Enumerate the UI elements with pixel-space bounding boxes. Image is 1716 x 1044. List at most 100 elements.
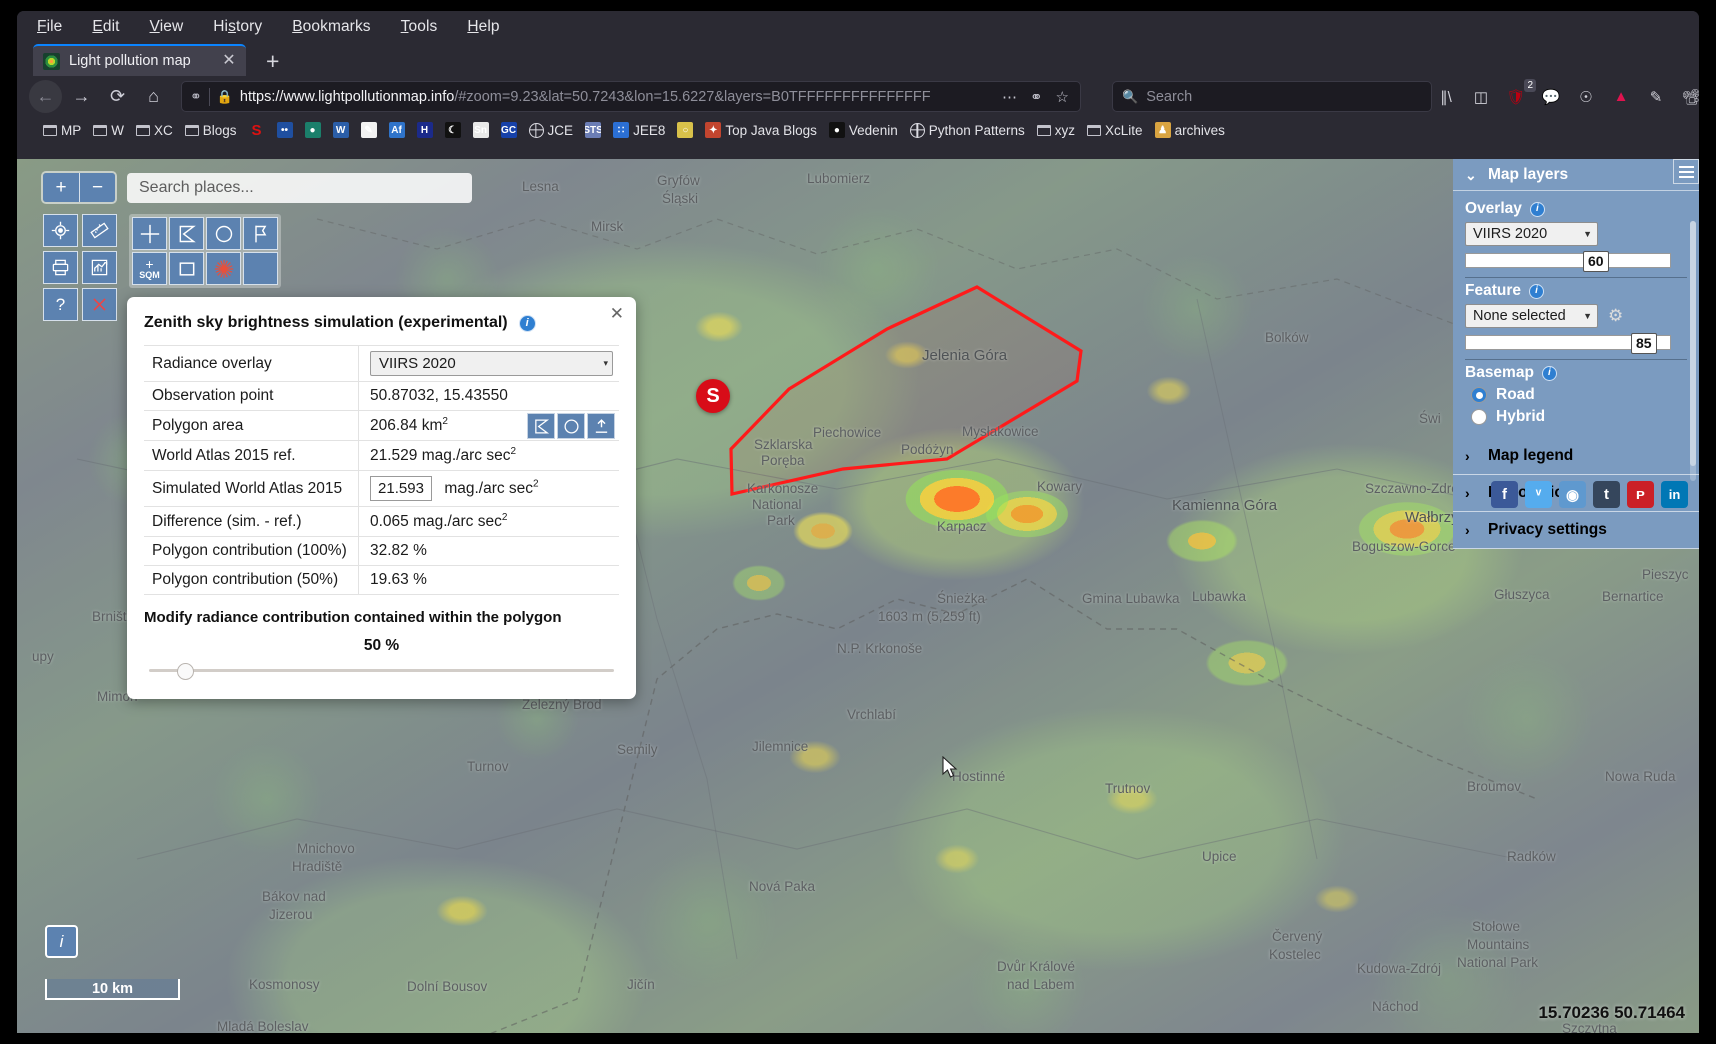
rectangle-icon[interactable] (169, 252, 204, 285)
empty-tool-slot[interactable] (243, 252, 278, 285)
zoom-in-button[interactable]: + (43, 173, 79, 202)
bookmark-item-mp[interactable]: MP (43, 123, 81, 138)
bookmark-item-xclite[interactable]: XcLite (1087, 123, 1143, 138)
panel-toggle-icon[interactable] (1673, 159, 1699, 184)
bookmark-item-icon-8[interactable]: ✎ (360, 122, 377, 138)
bookmark-item-icon-12[interactable]: Sn (472, 122, 489, 138)
info-icon[interactable]: i (1529, 283, 1544, 299)
bookmark-item-jee8[interactable]: ∷ JEE8 (613, 122, 665, 138)
bookmark-star-icon[interactable]: ☆ (1053, 88, 1072, 106)
polygon-icon[interactable] (169, 217, 204, 250)
crosshair-icon[interactable] (132, 217, 167, 250)
circle-icon[interactable] (557, 413, 585, 439)
menu-bookmarks[interactable]: Bookmarks (292, 18, 370, 36)
shield-icon[interactable]: ⚭ (190, 88, 202, 105)
starburst-icon[interactable] (206, 252, 241, 285)
share-pinterest-icon[interactable]: ᴘ (1627, 481, 1654, 508)
help-icon[interactable]: ? (43, 288, 78, 321)
bookmark-item-vedenin[interactable]: ● Vedenin (828, 122, 898, 138)
bookmark-item-blogs[interactable]: Blogs (184, 123, 237, 138)
bookmark-item-icon-17[interactable]: ○ (677, 122, 694, 138)
map-info-button[interactable]: i (45, 925, 78, 958)
slider-knob[interactable] (177, 663, 194, 681)
bookmark-item-icon-6[interactable]: ● (304, 122, 321, 138)
share-linkedin-icon[interactable]: in (1661, 481, 1688, 508)
ruler-icon[interactable] (82, 214, 117, 247)
search-places-input[interactable]: Search places... (127, 173, 472, 203)
search-bar[interactable]: 🔍 Search (1112, 81, 1432, 112)
radiance-overlay-select[interactable]: VIIRS 2020 ▾ (370, 351, 613, 376)
menu-edit[interactable]: Edit (92, 18, 119, 36)
screenshot-icon[interactable]: 📽 (1680, 86, 1699, 108)
share-facebook-icon[interactable]: f (1491, 481, 1518, 508)
chart-icon[interactable] (82, 251, 117, 284)
bookmark-item-icon-10[interactable]: H (416, 122, 433, 138)
bookmark-item-icon-9[interactable]: Af (388, 122, 405, 138)
new-tab-button[interactable]: + (266, 50, 279, 73)
bookmark-item-archives[interactable]: ♟ archives (1154, 122, 1225, 138)
observation-point-marker[interactable]: S (696, 379, 730, 413)
share-reddit-icon[interactable]: ◉ (1559, 481, 1586, 508)
home-icon[interactable]: ⌂ (137, 80, 170, 113)
section-map-legend[interactable]: › Map legend (1453, 438, 1699, 475)
map-layers-header[interactable]: ⌄ Map layers (1453, 159, 1699, 191)
section-privacy-settings[interactable]: › Privacy settings (1453, 512, 1699, 549)
adblock-icon[interactable]: ▲ (1610, 86, 1632, 108)
lock-icon[interactable]: 🔒 (217, 89, 233, 105)
panel-scrollbar[interactable] (1690, 221, 1696, 481)
info-icon[interactable]: i (1541, 365, 1557, 381)
bookmark-item-icon-11[interactable]: ☾ (444, 122, 461, 138)
tools-icon[interactable] (82, 288, 117, 321)
sqm-add-icon[interactable]: + SQM (132, 252, 167, 285)
circle-icon[interactable] (206, 217, 241, 250)
share-twitter-icon[interactable]: ᵛ (1525, 481, 1552, 508)
tab-light-pollution-map[interactable]: Light pollution map ✕ (33, 44, 246, 76)
bookmark-item-xyz[interactable]: xyz (1036, 123, 1075, 138)
polygon-edit-icon[interactable] (527, 413, 555, 439)
bookmark-item-icon-7[interactable]: W (332, 122, 349, 138)
bookmark-item-icon-5[interactable]: •• (276, 122, 293, 138)
bookmark-item-python-patterns[interactable]: Python Patterns (909, 122, 1025, 138)
back-icon[interactable]: ← (29, 80, 62, 113)
upload-icon[interactable] (587, 413, 615, 439)
ublock-origin-icon[interactable]: 🛡 2 (1505, 78, 1536, 108)
close-icon[interactable]: ✕ (220, 53, 238, 69)
bookmark-item-icon-15[interactable]: STS (585, 122, 602, 138)
gear-icon[interactable]: ⚙ (1608, 307, 1626, 325)
contribution-slider[interactable] (149, 661, 614, 681)
basemap-option-hybrid[interactable]: Hybrid (1471, 408, 1687, 426)
info-icon[interactable]: i (518, 314, 536, 332)
overflow-icon[interactable]: ⋯ (999, 88, 1020, 106)
flag-icon[interactable] (243, 217, 278, 250)
bookmark-item-icon-4[interactable]: S (249, 122, 265, 138)
overlay-opacity-slider[interactable]: 60 (1465, 251, 1671, 272)
privacy-badger-icon[interactable]: ☉ (1575, 86, 1597, 108)
feature-opacity-slider[interactable]: 85 (1465, 333, 1671, 354)
menu-file[interactable]: File (37, 18, 62, 36)
print-icon[interactable] (43, 251, 78, 284)
menu-help[interactable]: Help (467, 18, 499, 36)
menu-history[interactable]: History (213, 18, 262, 36)
bookmark-item-top-java-blogs[interactable]: ✦ Top Java Blogs (705, 122, 817, 138)
bookmark-item-xc[interactable]: XC (136, 123, 173, 138)
basemap-option-road[interactable]: Road (1471, 386, 1687, 404)
feature-select[interactable]: None selected ▼ (1465, 304, 1598, 328)
notes-icon[interactable]: ✎ (1645, 86, 1667, 108)
bookmark-item-icon-13[interactable]: GC (500, 122, 517, 138)
info-icon[interactable]: i (1529, 201, 1545, 217)
library-icon[interactable]: ∥\ (1435, 86, 1457, 108)
menu-view[interactable]: View (150, 18, 184, 36)
zoom-out-button[interactable]: − (79, 173, 115, 202)
locate-icon[interactable] (43, 214, 78, 247)
map-canvas[interactable]: S Lesna Gryfów Śląski Lubomierz Mirsk Bolków J… (17, 159, 1699, 1033)
reload-icon[interactable]: ⟳ (101, 80, 134, 113)
pocket-icon[interactable]: ⚭ (1027, 88, 1046, 106)
close-icon[interactable]: ✕ (610, 305, 624, 322)
bookmark-item-jce[interactable]: JCE (528, 122, 573, 138)
overlay-select[interactable]: VIIRS 2020 ▼ (1465, 222, 1598, 246)
simulated-value-input[interactable]: 21.593 (370, 476, 432, 502)
menu-tools[interactable]: Tools (401, 18, 438, 36)
share-tumblr-icon[interactable]: t (1593, 481, 1620, 508)
forward-icon[interactable]: → (65, 80, 98, 113)
chat-icon[interactable]: 💬 (1540, 86, 1562, 108)
